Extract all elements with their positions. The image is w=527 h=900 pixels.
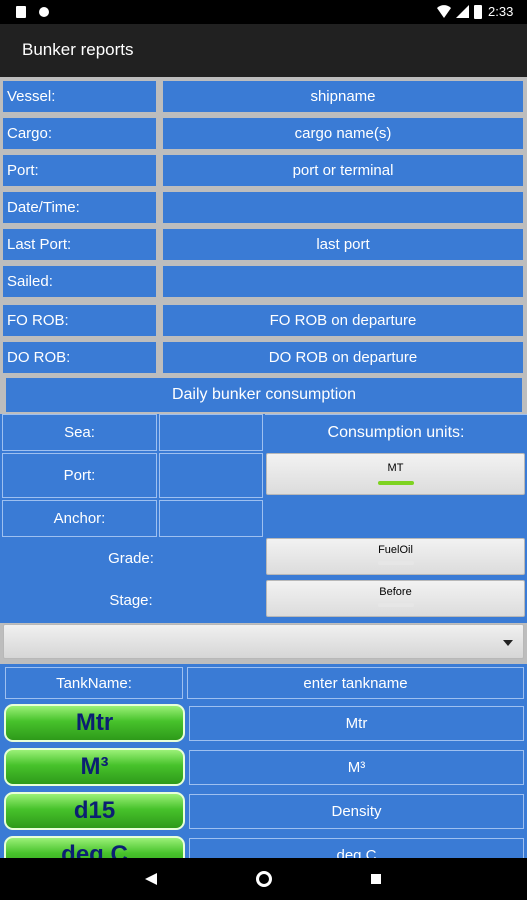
sea-field[interactable] <box>159 414 263 451</box>
navigation-bar <box>0 858 527 900</box>
deg-c-button[interactable]: deg C <box>4 836 185 858</box>
m3-field[interactable]: M³ <box>189 750 524 785</box>
units-toggle-label: MT <box>387 462 404 474</box>
datetime-label: Date/Time: <box>3 192 156 223</box>
consumption-units-label: Consumption units: <box>265 414 527 451</box>
units-toggle-button[interactable]: MT <box>266 453 525 495</box>
sea-label: Sea: <box>2 414 157 451</box>
wifi-icon <box>437 5 451 19</box>
stage-label: Stage: <box>109 592 153 609</box>
home-icon[interactable] <box>256 871 272 887</box>
back-icon[interactable] <box>145 873 157 885</box>
stage-toggle-label: Before <box>379 586 412 598</box>
m3-button[interactable]: M³ <box>4 748 185 786</box>
tankname-input[interactable]: enter tankname <box>187 667 524 699</box>
daily-consumption-title: Daily bunker consumption <box>6 378 522 412</box>
last-port-field[interactable]: last port <box>163 229 523 260</box>
port-field[interactable]: port or terminal <box>163 155 523 186</box>
signal-icon <box>456 5 469 18</box>
status-time: 2:33 <box>488 4 514 19</box>
toggle-on-indicator <box>377 481 414 485</box>
anchor-label: Anchor: <box>2 500 157 537</box>
vessel-label: Vessel: <box>3 81 156 112</box>
fo-rob-label: FO ROB: <box>3 305 156 336</box>
toggle-off-indicator <box>377 603 414 607</box>
cargo-field[interactable]: cargo name(s) <box>163 118 523 149</box>
do-rob-field[interactable]: DO ROB on departure <box>163 342 523 373</box>
last-port-label: Last Port: <box>3 229 156 260</box>
anchor-field[interactable] <box>159 500 263 537</box>
deg-c-field[interactable]: deg C <box>189 838 524 858</box>
grade-label: Grade: <box>108 550 154 567</box>
mtr-button[interactable]: Mtr <box>4 704 185 742</box>
port-consumption-label: Port: <box>2 453 157 498</box>
sailed-label: Sailed: <box>3 266 156 297</box>
mtr-field[interactable]: Mtr <box>189 706 524 741</box>
dropdown-arrow-icon <box>503 640 513 646</box>
sailed-field[interactable] <box>163 266 523 297</box>
status-bar: 2:33 <box>0 0 527 24</box>
do-rob-label: DO ROB: <box>3 342 156 373</box>
tank-dropdown[interactable] <box>3 624 524 659</box>
d15-button[interactable]: d15 <box>4 792 185 830</box>
sd-card-icon <box>16 6 26 18</box>
record-dot-icon <box>39 7 49 17</box>
cargo-label: Cargo: <box>3 118 156 149</box>
battery-icon <box>474 5 482 19</box>
port-label: Port: <box>3 155 156 186</box>
port-consumption-field[interactable] <box>159 453 263 498</box>
stage-toggle-button[interactable]: Before <box>266 580 525 617</box>
datetime-field[interactable] <box>163 192 523 223</box>
vessel-field[interactable]: shipname <box>163 81 523 112</box>
tankname-label: TankName: <box>5 667 183 699</box>
app-bar: Bunker reports <box>0 24 527 77</box>
grade-toggle-label: FuelOil <box>378 544 413 556</box>
recents-icon[interactable] <box>371 874 381 884</box>
fo-rob-field[interactable]: FO ROB on departure <box>163 305 523 336</box>
density-field[interactable]: Density <box>189 794 524 829</box>
toggle-off-indicator <box>377 561 414 565</box>
app-title: Bunker reports <box>22 40 134 59</box>
content-area[interactable]: Vessel: shipname Cargo: cargo name(s) Po… <box>0 77 527 858</box>
grade-toggle-button[interactable]: FuelOil <box>266 538 525 575</box>
